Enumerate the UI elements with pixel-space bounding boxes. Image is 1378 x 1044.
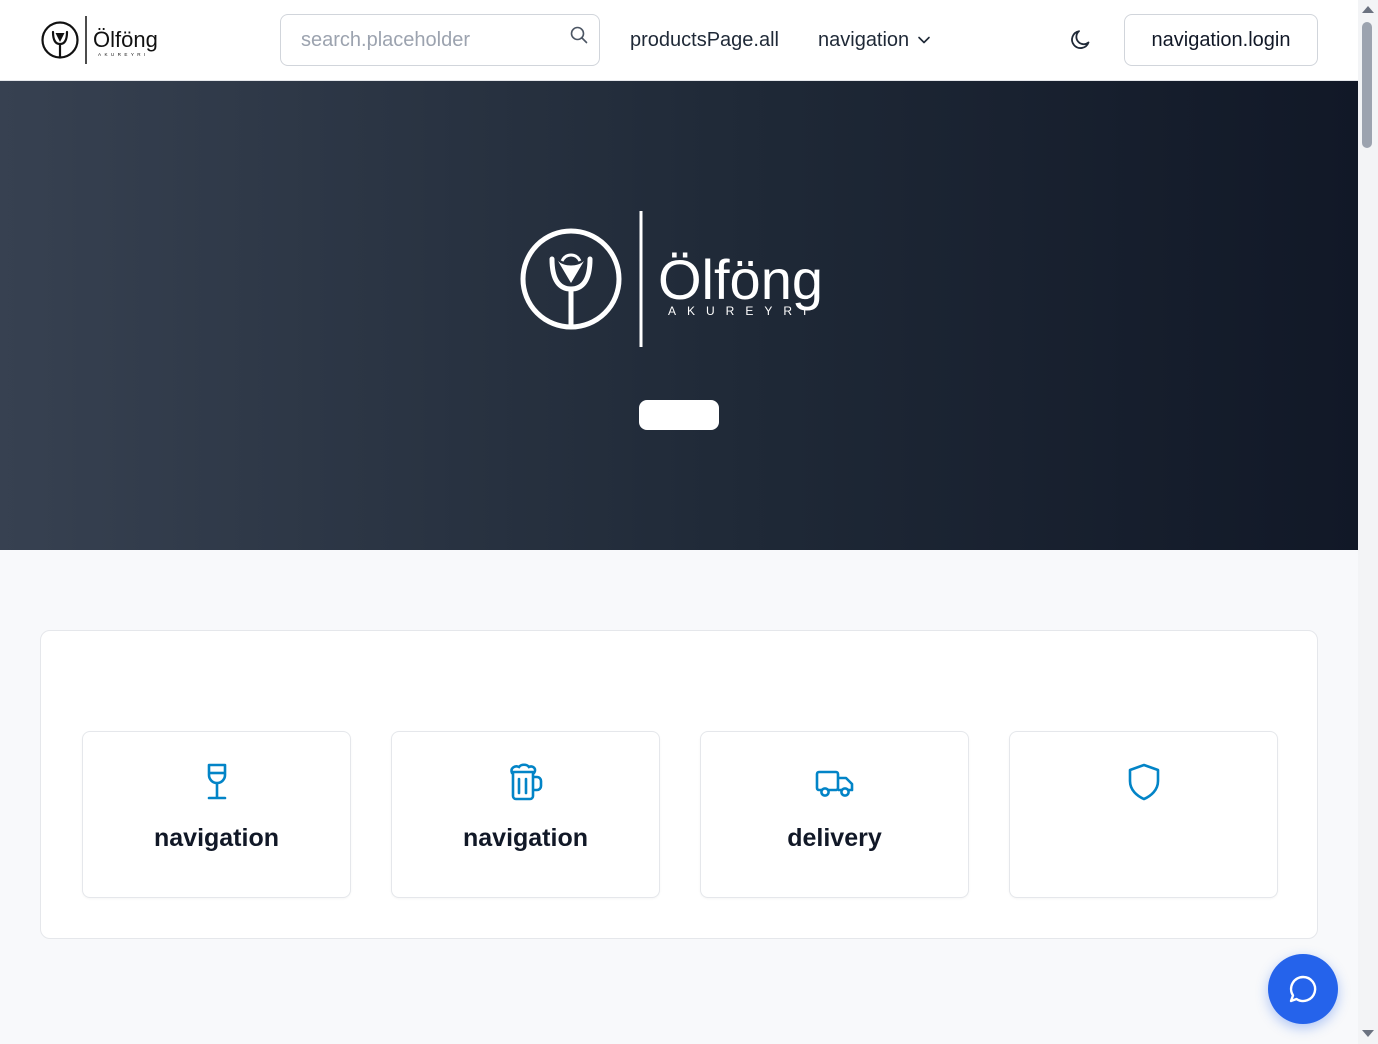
beer-mug-icon bbox=[509, 763, 542, 801]
feature-card[interactable]: delivery bbox=[700, 731, 969, 898]
feature-card[interactable]: navigation bbox=[82, 731, 351, 898]
scroll-down-arrow[interactable] bbox=[1362, 1030, 1374, 1037]
feature-title: navigation bbox=[153, 824, 279, 852]
feature-card[interactable] bbox=[1009, 731, 1278, 898]
hero-logo-name: Ölföng bbox=[658, 248, 823, 311]
hero-banner: Ölföng AKUREYRI bbox=[0, 81, 1358, 550]
features-section: navigation navigation delivery bbox=[40, 630, 1318, 939]
chevron-down-icon bbox=[918, 36, 930, 44]
scroll-thumb[interactable] bbox=[1362, 22, 1372, 148]
feature-title: navigation bbox=[462, 824, 588, 852]
nav-dropdown[interactable]: navigation bbox=[818, 28, 931, 52]
page-scrollbar[interactable] bbox=[1358, 0, 1378, 1044]
feature-card[interactable]: navigation bbox=[391, 731, 660, 898]
login-button[interactable]: navigation.login bbox=[1124, 14, 1318, 66]
chat-button[interactable] bbox=[1268, 954, 1338, 1024]
brand-sub-text: AKUREYRI bbox=[98, 52, 149, 57]
wine-glass-icon bbox=[207, 763, 226, 800]
shield-icon bbox=[1128, 763, 1159, 801]
moon-icon[interactable] bbox=[1068, 27, 1094, 53]
hero-logo: Ölföng AKUREYRI bbox=[520, 211, 823, 347]
nav-all-products-link[interactable]: productsPage.all bbox=[630, 28, 779, 52]
hero-logo-sub: AKUREYRI bbox=[668, 304, 817, 318]
search-box bbox=[280, 14, 600, 66]
feature-title: delivery bbox=[787, 824, 882, 852]
chat-bubble-icon bbox=[1289, 975, 1317, 1003]
truck-icon bbox=[815, 770, 853, 797]
hero-cta-button[interactable] bbox=[639, 400, 719, 430]
search-input[interactable] bbox=[281, 15, 599, 65]
site-header: Ölföng AKUREYRI productsPage.all navigat… bbox=[0, 0, 1358, 81]
brand-name-text: Ölföng bbox=[93, 27, 158, 52]
scroll-up-arrow[interactable] bbox=[1362, 6, 1374, 13]
search-icon[interactable] bbox=[569, 25, 589, 45]
brand-logo[interactable]: Ölföng AKUREYRI bbox=[40, 14, 165, 66]
nav-dropdown-label: navigation bbox=[818, 29, 910, 51]
